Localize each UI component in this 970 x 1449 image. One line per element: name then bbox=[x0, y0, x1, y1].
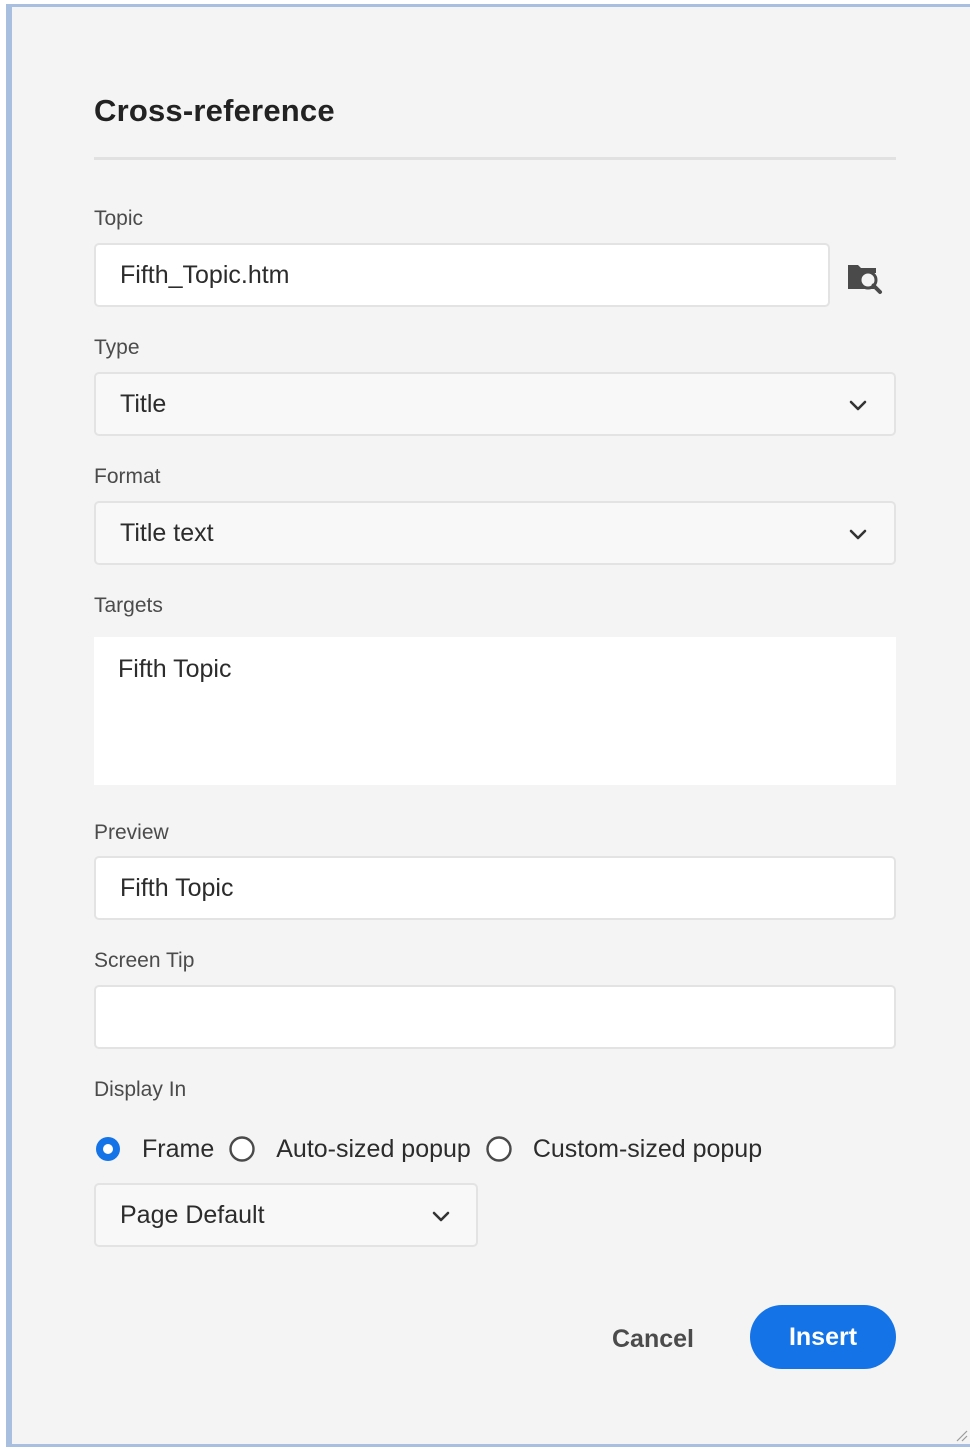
display-in-radio-group: Frame Auto-sized popup Custom-sized popu… bbox=[94, 1129, 776, 1169]
targets-list[interactable]: Fifth Topic bbox=[94, 637, 896, 785]
format-select[interactable]: Title text bbox=[94, 501, 896, 565]
type-select[interactable]: Title bbox=[94, 372, 896, 436]
cancel-button[interactable]: Cancel bbox=[598, 1313, 708, 1365]
format-label: Format bbox=[94, 465, 161, 488]
radio-selected-icon[interactable] bbox=[94, 1135, 122, 1163]
radio-custom-sized-popup[interactable]: Custom-sized popup bbox=[485, 1135, 762, 1164]
topic-value: Fifth_Topic.htm bbox=[120, 261, 290, 289]
frame-select[interactable]: Page Default bbox=[94, 1183, 478, 1247]
resize-grip-icon[interactable] bbox=[954, 1428, 968, 1442]
radio-frame-label: Frame bbox=[142, 1134, 215, 1163]
radio-frame[interactable]: Frame bbox=[94, 1135, 214, 1164]
chevron-down-icon bbox=[849, 400, 867, 411]
type-label: Type bbox=[94, 336, 140, 359]
preview-field[interactable]: Fifth Topic bbox=[94, 856, 896, 920]
radio-custom-sized-label: Custom-sized popup bbox=[532, 1134, 763, 1163]
cross-reference-dialog: Cross-reference Topic Fifth_Topic.htm Ty… bbox=[6, 4, 970, 1447]
type-value: Title bbox=[120, 390, 167, 418]
screen-tip-label: Screen Tip bbox=[94, 949, 195, 972]
folder-search-icon[interactable] bbox=[846, 257, 886, 297]
frame-select-value: Page Default bbox=[120, 1201, 265, 1229]
radio-auto-sized-popup[interactable]: Auto-sized popup bbox=[228, 1135, 471, 1164]
preview-label: Preview bbox=[94, 821, 169, 844]
dialog-title: Cross-reference bbox=[94, 93, 335, 128]
radio-auto-sized-label: Auto-sized popup bbox=[276, 1134, 471, 1163]
insert-button[interactable]: Insert bbox=[750, 1305, 896, 1369]
topic-label: Topic bbox=[94, 207, 144, 230]
radio-unselected-icon[interactable] bbox=[485, 1135, 513, 1163]
screen-tip-input[interactable] bbox=[94, 985, 896, 1049]
chevron-down-icon bbox=[849, 529, 867, 540]
list-item[interactable]: Fifth Topic bbox=[118, 655, 231, 684]
title-divider bbox=[94, 157, 896, 160]
topic-input[interactable]: Fifth_Topic.htm bbox=[94, 243, 830, 307]
preview-value: Fifth Topic bbox=[120, 874, 234, 902]
chevron-down-icon bbox=[432, 1211, 450, 1222]
targets-label: Targets bbox=[94, 594, 163, 617]
display-in-label: Display In bbox=[94, 1078, 187, 1101]
radio-unselected-icon[interactable] bbox=[228, 1135, 256, 1163]
format-value: Title text bbox=[120, 519, 214, 547]
